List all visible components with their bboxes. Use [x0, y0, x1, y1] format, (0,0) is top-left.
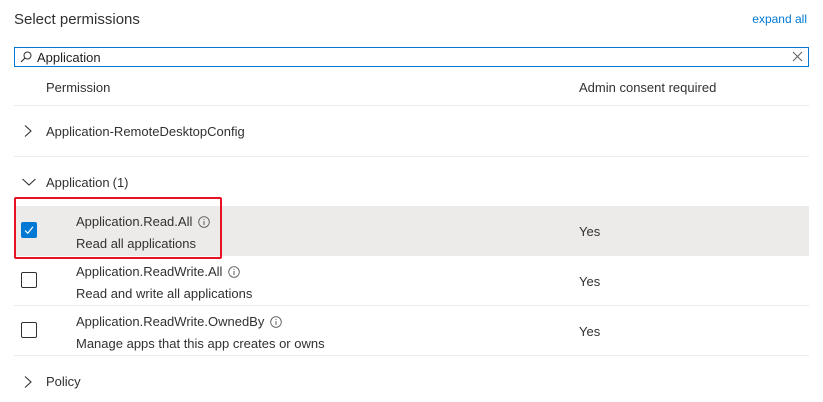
permission-description: Manage apps that this app creates or own…: [76, 336, 325, 351]
search-box[interactable]: [14, 47, 809, 67]
clear-icon[interactable]: [792, 51, 803, 62]
permission-name-text: Application.Read.All: [76, 214, 193, 229]
permission-name: Application.ReadWrite.OwnedBy: [76, 314, 283, 329]
chevron-right-icon[interactable]: [22, 125, 34, 137]
group-row-application[interactable]: Application (1): [14, 157, 809, 205]
group-label-text: Application: [46, 175, 110, 190]
admin-consent-value: Yes: [579, 224, 601, 239]
group-row-remote-desktop-config[interactable]: Application-RemoteDesktopConfig: [14, 106, 809, 157]
permission-row[interactable]: Application.ReadWrite.All Read and write…: [14, 256, 809, 306]
admin-consent-value: Yes: [579, 324, 601, 339]
page-title: Select permissions: [14, 11, 140, 28]
permission-description: Read and write all applications: [76, 286, 253, 301]
chevron-down-icon[interactable]: [22, 176, 36, 188]
permission-row[interactable]: Application.Read.All Read all applicatio…: [14, 206, 809, 256]
column-header-permission: Permission: [46, 80, 111, 95]
column-header-admin-consent: Admin consent required: [579, 80, 717, 95]
permission-checkbox[interactable]: [21, 222, 37, 238]
group-label: Policy: [46, 374, 81, 389]
permission-row[interactable]: Application.ReadWrite.OwnedBy Manage app…: [14, 306, 809, 356]
group-row-policy[interactable]: Policy: [14, 357, 809, 402]
table-header: Permission Admin consent required: [14, 70, 809, 106]
group-label: Application (1): [46, 175, 129, 190]
permission-name: Application.Read.All: [76, 214, 211, 229]
search-icon: [20, 51, 32, 63]
group-label: Application-RemoteDesktopConfig: [46, 124, 245, 139]
chevron-right-icon[interactable]: [22, 376, 34, 388]
group-count: (1): [112, 175, 129, 190]
info-icon[interactable]: [270, 316, 283, 328]
info-icon[interactable]: [198, 216, 211, 228]
permission-description: Read all applications: [76, 236, 196, 251]
permission-name-text: Application.ReadWrite.OwnedBy: [76, 314, 265, 329]
admin-consent-value: Yes: [579, 274, 601, 289]
permission-checkbox[interactable]: [21, 322, 37, 338]
checkmark-icon: [24, 226, 34, 235]
search-input[interactable]: [37, 49, 777, 65]
permission-name-text: Application.ReadWrite.All: [76, 264, 223, 279]
permission-name: Application.ReadWrite.All: [76, 264, 241, 279]
expand-all-link[interactable]: expand all: [752, 12, 807, 26]
info-icon[interactable]: [228, 266, 241, 278]
permission-checkbox[interactable]: [21, 272, 37, 288]
